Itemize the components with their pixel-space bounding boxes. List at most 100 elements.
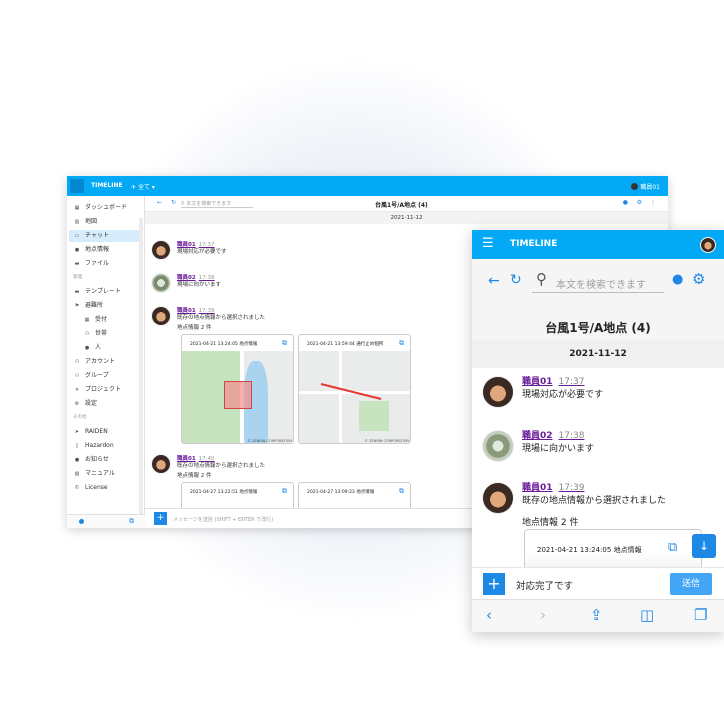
gear-icon: ⚙ [74, 401, 80, 407]
scroll-down-button[interactable]: ↓ [692, 534, 716, 558]
sidebar-item-label: マニュアル [85, 470, 115, 477]
sidebar-item-label: プロジェクト [85, 386, 122, 393]
sidebar-item-templates[interactable]: ▬ テンプレート [69, 286, 141, 298]
chat-icon: ▭ [74, 233, 80, 239]
message-subtext: 地点情報 2 件 [522, 518, 579, 528]
message-input[interactable]: 対応完了です [516, 578, 573, 592]
sidebar-item-notices[interactable]: ● お知らせ [69, 454, 141, 466]
sidebar-item-chat[interactable]: ▭ チャット [69, 230, 141, 242]
message-text: 現場対応が必要です [177, 249, 227, 255]
sidebar-item-manual[interactable]: ▧ マニュアル [69, 468, 141, 480]
pin-icon[interactable]: ● [672, 272, 683, 287]
chat-toolbar: ← ↻ ⚲ 本文を検索できます 台風1号/A地点 (4) ● ⚙ ⋮ [145, 196, 668, 212]
more-icon[interactable]: ⋮ [650, 199, 656, 206]
flag-icon: ⚑ [74, 303, 80, 309]
message-text: 既存の地点情報から選択されました [177, 463, 266, 469]
sidebar-item-groups[interactable]: ⚇ グループ [69, 370, 141, 382]
location-card[interactable]: 2021-04-21 13:24:05 地点情報 ⧉ © ZENRIN CORPO… [181, 334, 294, 444]
raiden-icon: ➤ [74, 429, 80, 435]
avatar [482, 430, 514, 462]
sidebar-item-locations[interactable]: ● 地点情報 [69, 244, 141, 256]
card-header: 2021-04-21 13:59:44 通行止め個所 ⧉ [299, 335, 410, 351]
back-arrow-icon[interactable]: ← [157, 199, 162, 206]
app-title: TIMELINE [510, 239, 558, 249]
add-attachment-button[interactable]: + [154, 512, 167, 525]
sender-name-text: 職員01 [522, 483, 553, 493]
avatar [151, 306, 171, 326]
search-input[interactable]: ⚲ 本文を検索できます [181, 200, 253, 208]
date-divider: 2021-11-12 [472, 340, 724, 368]
share-icon[interactable]: ⇪ [590, 606, 603, 624]
sidebar-item-shelters[interactable]: ⚑ 避難所 [69, 300, 141, 312]
sidebar-item-persons[interactable]: ● 人 [69, 342, 141, 354]
mobile-header: ☰ TIMELINE [472, 230, 724, 259]
sidebar-item-reception[interactable]: ▦ 受付 [69, 314, 141, 326]
tabs-icon[interactable]: ❐ [694, 606, 707, 624]
browser-back-icon[interactable]: ‹ [486, 606, 492, 624]
sidebar-item-map[interactable]: ▥ 地図 [69, 216, 141, 228]
refresh-icon[interactable]: ↻ [510, 272, 522, 288]
menu-icon[interactable]: ☰ [482, 236, 494, 251]
external-link-icon[interactable]: ⧉ [129, 517, 134, 526]
send-button[interactable]: 送信 [670, 573, 712, 595]
sidebar-item-settings[interactable]: ⚙ 設定 [69, 398, 141, 410]
user-name: 職員01 [640, 184, 660, 191]
search-icon[interactable]: ⚲ [536, 270, 547, 288]
card-title: 2021-04-21 13:24:05 地点情報 [190, 342, 258, 347]
sender-name[interactable]: 職員01 17:37 [522, 374, 584, 387]
external-link-icon[interactable]: ⧉ [399, 487, 404, 496]
sidebar-item-accounts[interactable]: ⚇ アカウント [69, 356, 141, 368]
hazardon-icon: ▯ [75, 443, 79, 449]
card-header: 2021-04-21 13:24:05 地点情報 ⧉ [182, 335, 293, 351]
project-icon: ✈ [74, 387, 80, 393]
person-icon: ● [84, 345, 90, 351]
sidebar-item-raiden[interactable]: ➤ RAIDEN [69, 426, 141, 438]
refresh-icon[interactable]: ↻ [171, 199, 176, 206]
sidebar-item-dashboard[interactable]: ▦ ダッシュボード [69, 202, 141, 214]
external-link-icon[interactable]: ⧉ [282, 487, 287, 496]
avatar[interactable] [700, 237, 716, 253]
section-admin: 管理 [73, 275, 82, 280]
sidebar-item-projects[interactable]: ✈ プロジェクト [69, 384, 141, 396]
message-subtext: 地点情報 2 件 [177, 325, 212, 331]
location-card[interactable]: 2021-04-21 13:59:44 通行止め個所 ⧉ © ZENRIN COR… [298, 334, 411, 444]
add-attachment-button[interactable]: + [483, 573, 505, 595]
user-menu[interactable]: 職員01 [631, 182, 660, 191]
sidebar-item-hazardon[interactable]: ▯ Hazardon [69, 440, 141, 452]
message-input[interactable]: メッセージを送信 (SHIFT + ENTER で改行) [173, 516, 273, 523]
external-link-icon[interactable]: ⧉ [282, 339, 287, 348]
sidebar-item-label: Hazardon [85, 442, 114, 449]
app-title: TIMELINE [91, 182, 123, 189]
sidebar-item-license[interactable]: © License [69, 482, 141, 494]
message-text: 現場に向かいます [177, 282, 222, 288]
card-header: 2021-04-27 13:22:51 地点情報 ⧉ [182, 483, 293, 499]
message-time: 17:37 [558, 377, 585, 387]
sender-name[interactable]: 職員01 17:39 [522, 480, 584, 493]
browser-forward-icon[interactable]: › [540, 606, 546, 624]
sender-name[interactable]: 職員02 17:38 [522, 428, 584, 441]
card-title: 2021-04-27 13:22:51 地点情報 [190, 490, 258, 495]
sidebar-item-files[interactable]: ▬ ファイル [69, 258, 141, 270]
sidebar-item-households[interactable]: ⚇ 世帯 [69, 328, 141, 340]
card-title: 2021-04-21 13:24:05 地点情報 [537, 546, 642, 554]
back-arrow-icon[interactable]: ← [488, 273, 500, 289]
bookmarks-icon[interactable]: ◫ [640, 606, 654, 624]
notice-icon: ● [74, 457, 80, 463]
pin-icon[interactable]: ● [623, 199, 628, 206]
sidebar-item-label: License [85, 484, 108, 491]
gear-icon[interactable]: ⚙ [692, 270, 705, 288]
app-logo [70, 179, 84, 193]
group-icon: ⚇ [74, 373, 80, 379]
search-input[interactable]: 本文を検索できます [556, 276, 646, 291]
chat-title: 台風1号/A地点 (4) [375, 202, 428, 209]
scope-selector[interactable]: ✈ 全て ▾ [131, 182, 155, 191]
desktop-header: TIMELINE ✈ 全て ▾ 職員01 [67, 176, 668, 196]
search-placeholder: 本文を検索できます [186, 201, 232, 207]
gear-icon[interactable]: ⚙ [637, 199, 642, 206]
dashboard-icon: ▦ [74, 205, 80, 211]
sidebar-scrollbar[interactable] [139, 218, 143, 518]
external-link-icon[interactable]: ⧉ [399, 339, 404, 348]
external-link-icon[interactable]: ⧉ [668, 540, 677, 555]
scope-label: 全て [137, 184, 150, 191]
avatar [482, 376, 514, 408]
